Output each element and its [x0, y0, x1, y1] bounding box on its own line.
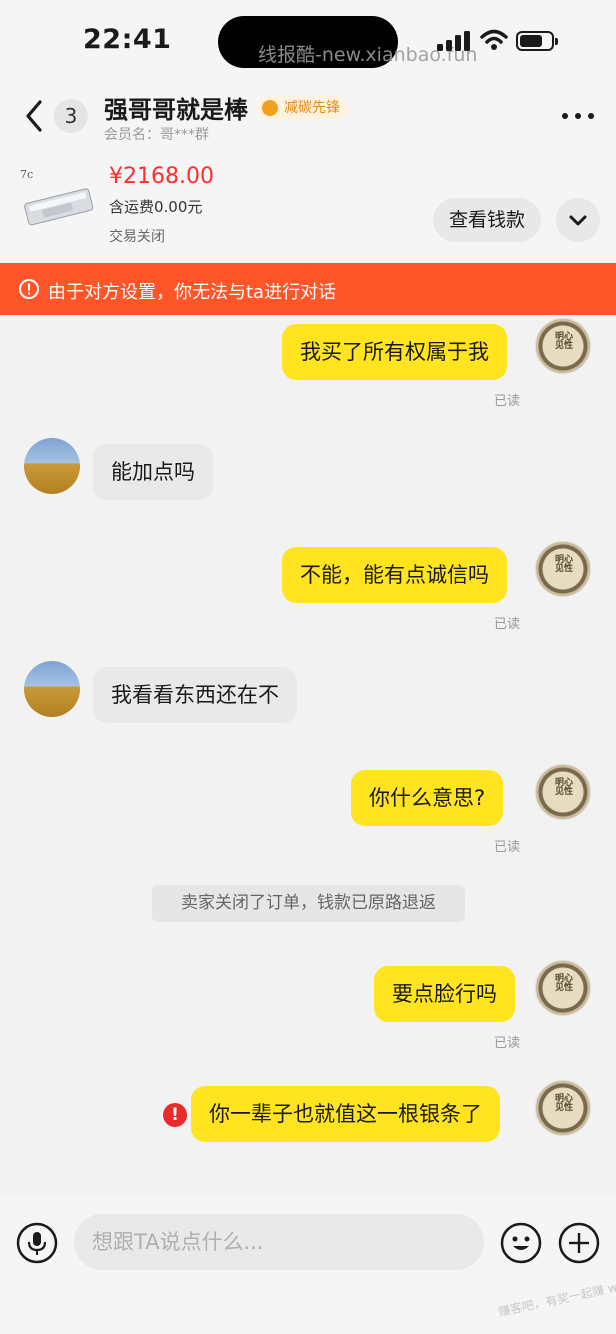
more-options-icon[interactable] — [560, 104, 596, 128]
send-failed-icon[interactable]: ! — [163, 1103, 187, 1127]
status-time: 22:41 — [83, 24, 172, 55]
read-receipt: 已读 — [494, 840, 521, 855]
leaf-icon — [262, 100, 278, 116]
message-input[interactable] — [74, 1214, 484, 1270]
shipping-fee: 含运费0.00元 — [109, 198, 203, 216]
system-message: 卖家关闭了订单，钱款已原路退返 — [152, 885, 465, 922]
eco-badge-label: 减碳先锋 — [284, 100, 340, 116]
message-bubble-outgoing[interactable]: 你什么意思? — [351, 770, 504, 826]
member-name: 会员名：哥***群 — [104, 127, 209, 143]
eco-badge: 减碳先锋 — [256, 96, 348, 120]
back-icon[interactable] — [20, 98, 50, 134]
wifi-icon — [480, 29, 508, 50]
product-price: ¥2168.00 — [109, 164, 214, 189]
read-receipt: 已读 — [494, 394, 521, 409]
notice-text: 由于对方设置，你无法与ta进行对话 — [48, 282, 337, 303]
read-receipt: 已读 — [494, 617, 521, 632]
message-bubble-outgoing[interactable]: 我买了所有权属于我 — [282, 324, 507, 380]
thumb-label: 7c — [20, 168, 33, 181]
my-avatar[interactable]: 明心见性 — [535, 318, 591, 374]
emoji-icon[interactable] — [500, 1222, 542, 1264]
read-receipt: 已读 — [494, 1036, 521, 1051]
chat-restricted-notice: 由于对方设置，你无法与ta进行对话 — [0, 263, 616, 315]
contact-avatar[interactable] — [24, 438, 80, 494]
plus-icon[interactable] — [558, 1222, 600, 1264]
contact-name: 强哥哥就是棒 — [104, 96, 248, 124]
view-payment-button[interactable]: 查看钱款 — [433, 198, 541, 242]
chevron-down-icon[interactable] — [556, 198, 600, 242]
unread-count-badge[interactable]: 3 — [54, 99, 88, 133]
trade-status: 交易关闭 — [109, 229, 165, 245]
my-avatar[interactable]: 明心见性 — [535, 541, 591, 597]
microphone-icon[interactable] — [16, 1222, 58, 1264]
message-bubble-incoming[interactable]: 我看看东西还在不 — [93, 667, 297, 723]
message-bubble-outgoing[interactable]: 要点脸行吗 — [374, 966, 515, 1022]
my-avatar[interactable]: 明心见性 — [535, 960, 591, 1016]
alert-circle-icon — [19, 279, 39, 299]
contact-avatar[interactable] — [24, 661, 80, 717]
battery-icon — [516, 31, 558, 51]
message-bubble-outgoing[interactable]: 不能，能有点诚信吗 — [282, 547, 507, 603]
my-avatar[interactable]: 明心见性 — [535, 764, 591, 820]
message-bubble-outgoing[interactable]: 你一辈子也就值这一根银条了 — [191, 1086, 500, 1142]
message-bubble-incoming[interactable]: 能加点吗 — [93, 444, 213, 500]
product-thumbnail[interactable]: 7c — [18, 166, 98, 238]
cellular-signal-icon — [437, 31, 470, 51]
my-avatar[interactable]: 明心见性 — [535, 1080, 591, 1136]
